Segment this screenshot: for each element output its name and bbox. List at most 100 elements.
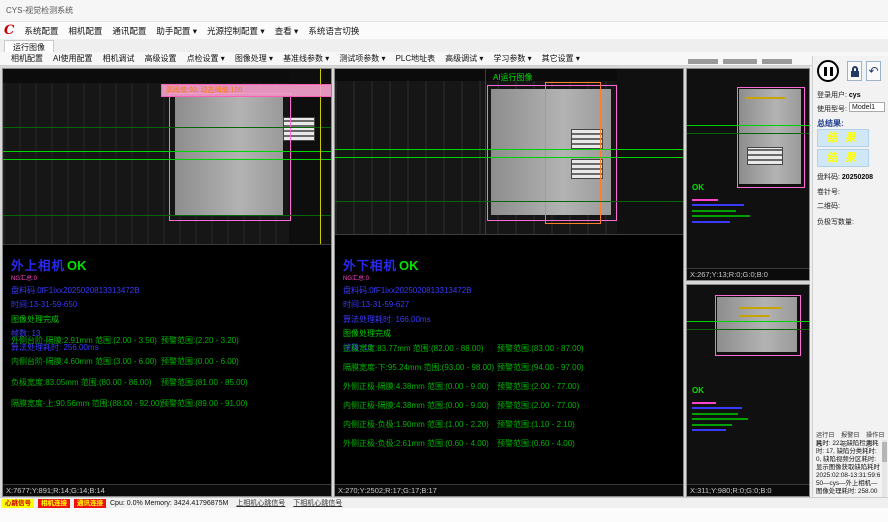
measurement-warn: 预警范围:(89.00 - 91.00): [161, 398, 248, 409]
camera-view-outer-lower[interactable]: AI运行图像: [335, 69, 683, 235]
tool-advanced-debug[interactable]: 高级调试 ▾: [440, 53, 488, 64]
tray-code-row: 盘料码: 20250208: [817, 172, 873, 182]
tab-connector: [747, 147, 783, 165]
tool-test-params[interactable]: 测试项参数 ▾: [334, 53, 390, 64]
measurement-row: 内侧台阶-隔膜:4.60mm 范围:(3.00 - 6.00): [11, 356, 157, 367]
overlay-line: [335, 149, 683, 150]
tool-camera-debug[interactable]: 相机调试: [98, 53, 140, 64]
camera-connect-badge: 相机连接: [38, 499, 70, 508]
mini-readout: OK: [692, 177, 762, 226]
threshold-label: 高阈值:93, 动态阈值:100: [166, 87, 242, 94]
undo-button[interactable]: ↶: [866, 61, 881, 81]
status-ok: OK: [399, 258, 419, 273]
mini-caption-bar: [688, 59, 718, 64]
overlay-line: [335, 201, 683, 202]
overlay-line: [687, 329, 809, 330]
camera-result-header: 外下相机OK: [343, 255, 472, 275]
total-result-label: 总结果:: [817, 118, 844, 129]
lower-camera-heartbeat-link[interactable]: 下相机心跳信号: [293, 498, 342, 508]
menu-system-config[interactable]: 系统配置: [19, 24, 63, 38]
tool-learning-params[interactable]: 学习参数 ▾: [488, 53, 536, 64]
camera-view-mini-bottom[interactable]: OK: [687, 285, 809, 487]
measurement-warn: 预警范围:(2.00 - 77.00): [497, 400, 579, 411]
camera-result-header: 外上相机OK: [11, 255, 140, 275]
tool-baseline-params[interactable]: 基准线参数 ▾: [278, 53, 334, 64]
mini-caption-bar: [723, 59, 757, 64]
model-label: 使用型号:: [817, 104, 847, 114]
heartbeat-badge: 心跳信号: [2, 499, 34, 508]
result-indicator-2: 结 果: [817, 149, 869, 167]
comm-connect-badge: 通讯连接: [74, 499, 106, 508]
measurement-warn: 预警范围:(0.60 - 4.00): [497, 438, 575, 449]
tray-code-label: 盘料码:: [817, 174, 840, 181]
measurement-row: 内侧正极-负极:1.90mm 范围:(1.00 - 2.20): [343, 419, 489, 430]
cpu-memory-readout: Cpu: 0.0% Memory: 3424.41796875M: [110, 500, 228, 507]
overlay-text-bar: [739, 315, 769, 317]
measurement-warn: 预警范围:(2.00 - 77.00): [497, 381, 579, 392]
camera-panel-mini-top: OK X:267;Y:13;R:0;G:0;B:0: [686, 68, 810, 281]
threshold-overlay: 高阈值:93, 动态阈值:100: [161, 84, 331, 97]
tool-other-settings[interactable]: 其它设置 ▾: [537, 53, 585, 64]
status-bar: 心跳信号 相机连接 通讯连接 Cpu: 0.0% Memory: 3424.41…: [0, 497, 888, 508]
tool-advanced-settings[interactable]: 高级设置: [140, 53, 182, 64]
menu-view[interactable]: 查看 ▾: [270, 24, 304, 38]
overlay-ai-rect: [545, 82, 601, 224]
overlay-text-bar: [745, 97, 785, 99]
pause-icon: [824, 67, 827, 76]
mini-readout: OK: [692, 380, 762, 435]
needle-label: 卷针号:: [817, 187, 840, 197]
readout-block: 外下相机OK NG汇总:0 盘料码:0fF1ixx202502081331347…: [343, 255, 472, 353]
barcode-line: 盘料码:0fF1ixx2025020813313472B: [11, 285, 140, 296]
window-title: CYS-视觉检测系统: [6, 6, 73, 15]
overlay-line: [3, 127, 331, 128]
overlay-roi-rect: [715, 295, 801, 356]
lock-icon: [851, 71, 859, 77]
overlay-line: [687, 321, 809, 322]
window-bottom-edge: [0, 508, 888, 522]
login-user-label: 登录用户:: [817, 92, 847, 99]
overlay-vline: [485, 69, 486, 234]
menu-language-switch[interactable]: 系统语言切换: [303, 24, 364, 38]
log-scrollbar[interactable]: [882, 440, 887, 498]
menu-assistant-config[interactable]: 助手配置 ▾: [151, 24, 202, 38]
lock-button[interactable]: [847, 61, 862, 81]
algo-time-line: 算法处理耗时: 166.00ms: [343, 314, 472, 325]
neg-count-label: 负极写数量:: [817, 217, 854, 227]
status-ok: OK: [692, 183, 704, 192]
tool-spot-check[interactable]: 点检设置 ▾: [182, 53, 230, 64]
app-logo-icon: C: [4, 23, 14, 38]
measurement-warn: 预警范围:(94.00 - 97.00): [497, 362, 584, 373]
tool-plc-address-table[interactable]: PLC地址表: [391, 53, 441, 64]
photo-right-dark: [617, 69, 683, 234]
login-user-value: cys: [849, 92, 861, 99]
time-line: 时间:13-31-59-650: [11, 299, 140, 310]
camera-panel-mini-bottom: OK X:311;Y:980;R:0;G:0;B:0: [686, 284, 810, 497]
upper-camera-heartbeat-link[interactable]: 上相机心跳信号: [236, 498, 285, 508]
measurement-warn: 预警范围:(1.10 - 2.10): [497, 419, 575, 430]
menu-comm-config[interactable]: 通讯配置: [107, 24, 151, 38]
overlay-line: [3, 151, 331, 152]
camera-view-mini-top[interactable]: OK: [687, 69, 809, 271]
overlay-roi-rect: [169, 93, 291, 221]
result-indicator-1: 结 果: [817, 129, 869, 147]
ai-run-image-label: AI运行图像: [493, 72, 533, 83]
tab-row: 运行图像: [0, 39, 888, 53]
pixel-coords-readout: X:270;Y:2502;R:17;G:17;B:17: [335, 484, 683, 496]
menu-camera-config[interactable]: 相机配置: [63, 24, 107, 38]
overlay-line: [687, 125, 809, 126]
measurement-row: 隔膜宽度-上:90.56mm 范围:(88.00 - 92.00): [11, 398, 162, 409]
log-scrollbar-thumb[interactable]: [882, 442, 887, 462]
measurement-warn: 预警范围:(0.00 - 6.00): [161, 356, 239, 367]
overlay-roi-rect: [737, 87, 805, 188]
camera-name: 外下相机: [343, 259, 397, 273]
measurement-warn: 预警范围:(83.00 - 87.00): [497, 343, 584, 354]
sidebar: ↶ 登录用户: cys 使用型号: Model1 总结果: 结 果 结 果 盘料…: [812, 56, 888, 506]
process-done-line: 图像处理完成: [11, 314, 140, 325]
tool-camera-config[interactable]: 相机配置: [6, 53, 48, 64]
camera-view-outer-upper[interactable]: 高阈值:93, 动态阈值:100: [3, 69, 331, 245]
model-select[interactable]: Model1: [849, 102, 885, 112]
pause-button[interactable]: [817, 60, 839, 82]
tool-image-processing[interactable]: 图像处理 ▾: [230, 53, 278, 64]
menu-light-control-config[interactable]: 光源控制配置 ▾: [202, 24, 270, 38]
tool-ai-use-config[interactable]: AI使用配置: [48, 53, 98, 64]
